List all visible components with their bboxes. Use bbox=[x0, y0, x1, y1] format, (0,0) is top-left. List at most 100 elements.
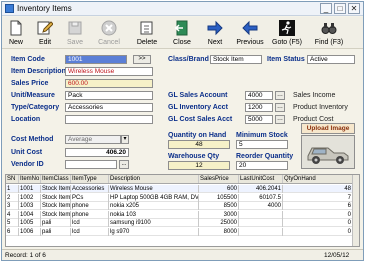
save-button[interactable]: Save bbox=[62, 18, 88, 48]
item-description-label: Item Description bbox=[11, 68, 66, 75]
cancel-label: Cancel bbox=[98, 39, 120, 46]
new-document-icon bbox=[10, 20, 22, 36]
goto-button[interactable]: Goto (F5) bbox=[270, 18, 304, 48]
col-itemno[interactable]: ItemNo bbox=[19, 175, 41, 183]
window-title: Inventory Items bbox=[17, 4, 72, 13]
cell-itemtype: phone bbox=[71, 202, 109, 210]
table-row[interactable]: 3 1003 Stock Item phone nokia x205 8500 4000 6 bbox=[6, 202, 359, 210]
table-row[interactable]: 2 1002 Stock Item PCs HP Laptop 500GB 4GB RA… bbox=[6, 193, 359, 202]
cell-lastunitcost bbox=[239, 227, 283, 236]
col-lastunitcost[interactable]: LastUnitCost bbox=[239, 175, 283, 183]
cell-qtyonhand: 0 bbox=[283, 219, 353, 227]
gl-cost-sales-acct-lookup-button[interactable]: … bbox=[275, 115, 285, 124]
cell-description: nokia x205 bbox=[109, 202, 199, 210]
delete-icon bbox=[140, 21, 153, 35]
cell-lastunitcost bbox=[239, 219, 283, 227]
gl-sales-account-label: GL Sales Account bbox=[168, 92, 228, 99]
gl-sales-account-field[interactable]: 4000 bbox=[245, 91, 273, 100]
unit-cost-label: Unit Cost bbox=[11, 149, 43, 156]
cost-method-select[interactable]: Average bbox=[65, 135, 121, 144]
close-form-button[interactable]: Close bbox=[168, 18, 196, 48]
cost-method-dropdown-button[interactable]: ▾ bbox=[121, 135, 129, 144]
close-window-button[interactable]: ✕ bbox=[348, 3, 360, 14]
goto-label: Goto (F5) bbox=[272, 39, 302, 46]
col-salesprice[interactable]: SalesPrice bbox=[199, 175, 239, 183]
minimum-stock-label: Minimum Stock bbox=[236, 132, 288, 139]
new-button[interactable]: New bbox=[4, 18, 28, 48]
unit-measure-field[interactable]: Pack bbox=[65, 91, 153, 100]
goto-runner-icon bbox=[279, 20, 295, 36]
table-row[interactable]: 6 1006 pali lcd lg s970 8000 0 bbox=[6, 227, 359, 236]
location-field[interactable] bbox=[65, 115, 153, 124]
upload-image-button[interactable]: Upload Image bbox=[301, 123, 355, 134]
cell-qtyonhand: 48 bbox=[283, 185, 353, 193]
cell-sn: 6 bbox=[6, 227, 19, 236]
cell-itemno: 1006 bbox=[19, 227, 41, 236]
cell-itemclass: Stock Item bbox=[42, 193, 71, 202]
cell-itemno: 1001 bbox=[19, 185, 41, 193]
delete-button[interactable]: Delete bbox=[132, 18, 162, 48]
vintage-car-image bbox=[302, 136, 354, 168]
cell-description: HP Laptop 500GB 4GB RAM, DVD bbox=[110, 193, 199, 202]
find-button[interactable]: Find (F3) bbox=[311, 18, 347, 48]
save-disk-icon bbox=[68, 21, 82, 35]
edit-button[interactable]: Edit bbox=[32, 18, 58, 48]
inventory-items-window: Inventory Items _ □ ✕ New Edit Save Canc… bbox=[1, 1, 364, 261]
warehouse-qty-field[interactable]: 12 bbox=[168, 161, 230, 170]
col-itemtype[interactable]: ItemType bbox=[71, 175, 109, 183]
quantity-on-hand-field[interactable]: 48 bbox=[168, 140, 230, 149]
table-row[interactable]: 1 1001 Stock Item Accessories Wireless Mouse… bbox=[6, 185, 359, 193]
next-label: Next bbox=[207, 39, 223, 46]
cancel-x-icon bbox=[101, 20, 117, 36]
table-row[interactable]: 4 1004 Stock Item phone nokia 103 3000 0 bbox=[6, 210, 359, 219]
item-status-field[interactable]: Active bbox=[307, 55, 355, 64]
item-description-field[interactable]: Wireless Mouse bbox=[65, 67, 153, 76]
cell-itemtype: Accessories bbox=[71, 185, 109, 193]
sales-price-label: Sales Price bbox=[11, 80, 49, 87]
vendor-id-field[interactable] bbox=[65, 160, 117, 169]
table-row[interactable]: 5 1005 pali lcd samsung i9100 25000 0 bbox=[6, 219, 359, 227]
gl-sales-account-lookup-button[interactable]: … bbox=[275, 91, 285, 100]
previous-button[interactable]: Previous bbox=[233, 18, 267, 48]
vendor-id-lookup-button[interactable]: ... bbox=[119, 160, 129, 169]
cell-itemtype: PCs bbox=[71, 193, 109, 202]
toolbar: New Edit Save Cancel Delete Close Next P… bbox=[2, 17, 363, 49]
next-button[interactable]: Next bbox=[202, 18, 228, 48]
cell-sn: 5 bbox=[6, 219, 19, 227]
unit-cost-field[interactable]: 406.20 bbox=[65, 148, 129, 157]
cell-salesprice: 8500 bbox=[199, 202, 239, 210]
item-code-lookup-button[interactable]: >> bbox=[133, 55, 151, 64]
reorder-quantity-field[interactable]: 20 bbox=[236, 161, 288, 170]
minimize-button[interactable]: _ bbox=[320, 3, 332, 14]
maximize-button[interactable]: □ bbox=[334, 3, 346, 14]
close-door-icon bbox=[174, 20, 188, 36]
col-qtyonhand[interactable]: QtyOnHand bbox=[283, 175, 353, 183]
gl-inventory-acct-field[interactable]: 1200 bbox=[245, 103, 273, 112]
gl-cost-sales-acct-label: GL Cost Sales Acct bbox=[168, 116, 233, 123]
item-image bbox=[301, 135, 355, 169]
save-label: Save bbox=[67, 39, 83, 46]
item-code-label: Item Code bbox=[11, 56, 45, 63]
cell-lastunitcost bbox=[239, 210, 283, 219]
cell-itemclass: Stock Item bbox=[42, 202, 71, 210]
sales-price-field[interactable]: 600.00 bbox=[65, 79, 153, 88]
cell-lastunitcost: 60107.5 bbox=[239, 193, 283, 202]
grid-vertical-scrollbar[interactable] bbox=[352, 175, 359, 246]
type-category-field[interactable]: Accessories bbox=[65, 103, 153, 112]
class-brand-field[interactable]: Stock Item bbox=[210, 55, 262, 64]
previous-label: Previous bbox=[236, 39, 264, 46]
item-code-field[interactable]: 1001 bbox=[65, 55, 127, 64]
gl-cost-sales-acct-field[interactable]: 5000 bbox=[245, 115, 273, 124]
cancel-button[interactable]: Cancel bbox=[94, 18, 124, 48]
item-form: Item Code 1001 >> Class/Brand Stock Item… bbox=[5, 51, 360, 171]
items-grid: SN ItemNo ItemClass ItemType Description… bbox=[5, 174, 360, 247]
col-description[interactable]: Description bbox=[109, 175, 199, 183]
col-sn[interactable]: SN bbox=[6, 175, 19, 183]
cell-qtyonhand: 0 bbox=[283, 210, 353, 219]
find-label: Find (F3) bbox=[314, 39, 344, 46]
cell-qtyonhand: 7 bbox=[283, 193, 353, 202]
gl-inventory-acct-lookup-button[interactable]: … bbox=[275, 103, 285, 112]
cell-lastunitcost: 4000 bbox=[239, 202, 283, 210]
minimum-stock-field[interactable]: 5 bbox=[236, 140, 288, 149]
col-itemclass[interactable]: ItemClass bbox=[41, 175, 71, 183]
